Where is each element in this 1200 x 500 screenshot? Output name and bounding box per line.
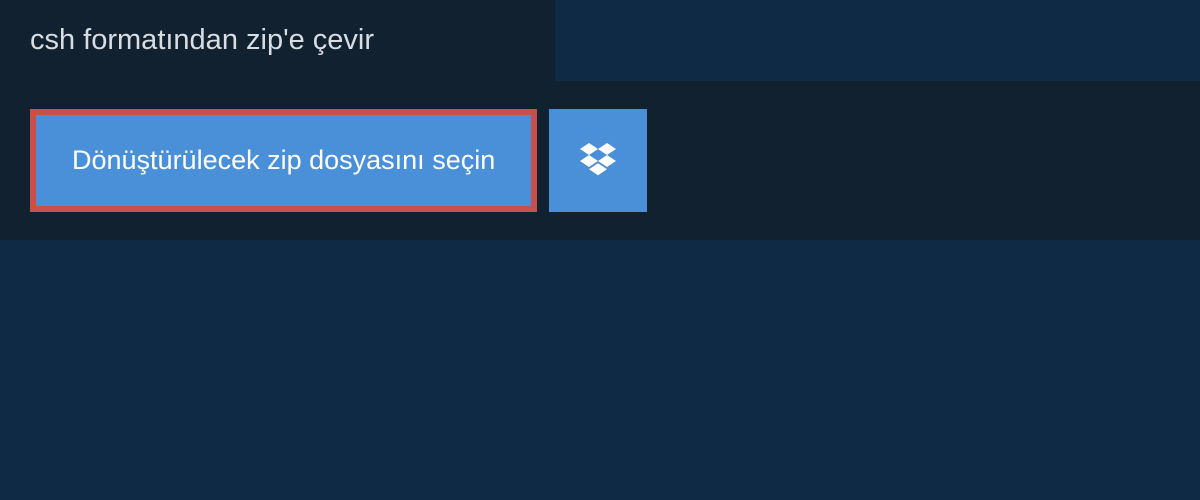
tab-title: csh formatından zip'e çevir [30,24,374,56]
dropbox-button[interactable] [549,109,647,212]
select-file-label: Dönüştürülecek zip dosyasını seçin [72,145,495,176]
select-file-button[interactable]: Dönüştürülecek zip dosyasını seçin [30,109,537,212]
dropbox-icon [580,140,616,181]
tab-header[interactable]: csh formatından zip'e çevir [0,0,555,81]
button-row: Dönüştürülecek zip dosyasını seçin [30,109,1170,212]
content-panel: Dönüştürülecek zip dosyasını seçin [0,81,1200,240]
